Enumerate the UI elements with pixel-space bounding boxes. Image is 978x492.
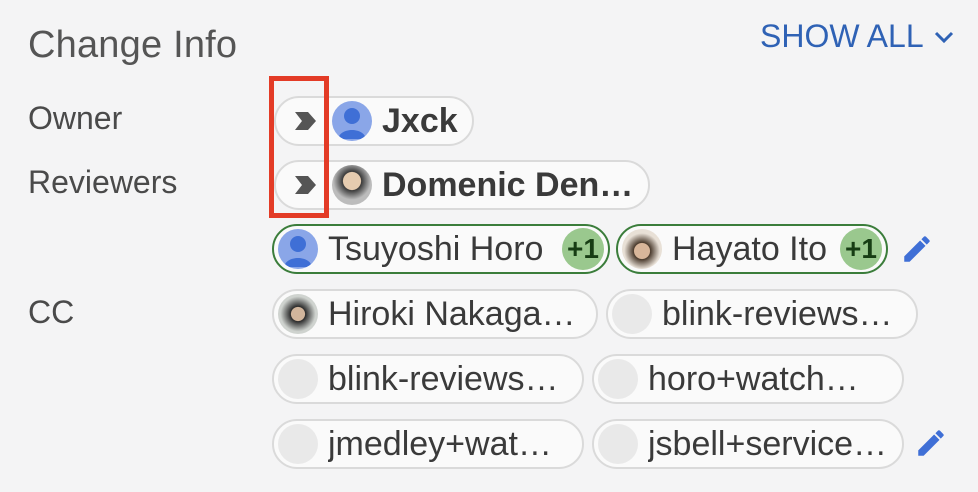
cc-label: CC bbox=[28, 294, 75, 330]
avatar bbox=[278, 294, 318, 334]
section-title: Change Info bbox=[28, 24, 238, 66]
cc-name: jsbell+service… bbox=[648, 424, 888, 463]
avatar bbox=[278, 424, 318, 464]
owner-label: Owner bbox=[28, 100, 123, 136]
cc-name: blink-reviews-… bbox=[662, 294, 902, 333]
pencil-icon[interactable] bbox=[900, 232, 934, 266]
cc-name: Hiroki Nakaga… bbox=[328, 294, 576, 333]
avatar bbox=[332, 101, 372, 141]
pencil-icon[interactable] bbox=[914, 426, 948, 460]
reviewer-name: Tsuyoshi Horo bbox=[328, 229, 544, 268]
avatar bbox=[622, 229, 662, 269]
cc-chip[interactable]: blink-reviews-… bbox=[606, 289, 918, 339]
cc-chip[interactable]: jmedley+watc… bbox=[272, 419, 584, 469]
cc-chip[interactable]: blink-reviews… bbox=[272, 354, 584, 404]
chevron-down-icon bbox=[934, 31, 953, 43]
avatar bbox=[332, 165, 372, 205]
cc-chip[interactable]: horo+watch@… bbox=[592, 354, 904, 404]
cc-name: blink-reviews… bbox=[328, 359, 559, 398]
reviewer-name: Domenic Deni… bbox=[382, 165, 634, 204]
reviewer-chip-primary[interactable]: Domenic Deni… bbox=[274, 160, 650, 210]
cc-name: horo+watch@… bbox=[648, 359, 888, 398]
show-all-label: SHOW ALL bbox=[760, 18, 924, 54]
show-all-button[interactable]: SHOW ALL bbox=[760, 18, 956, 55]
avatar bbox=[598, 424, 638, 464]
owner-name: Jxck bbox=[382, 101, 458, 140]
reviewers-label: Reviewers bbox=[28, 164, 178, 200]
avatar bbox=[278, 229, 318, 269]
cc-name: jmedley+watc… bbox=[328, 424, 568, 463]
reviewer-name: Hayato Ito bbox=[672, 229, 827, 268]
vote-badge: +1 bbox=[840, 228, 882, 270]
vote-badge: +1 bbox=[562, 228, 604, 270]
avatar bbox=[598, 359, 638, 399]
attention-highlight-box bbox=[269, 76, 329, 218]
reviewer-chip[interactable]: Tsuyoshi Horo +1 bbox=[272, 224, 610, 274]
cc-chip[interactable]: Hiroki Nakaga… bbox=[272, 289, 598, 339]
avatar bbox=[612, 294, 652, 334]
avatar bbox=[278, 359, 318, 399]
cc-chip[interactable]: jsbell+service… bbox=[592, 419, 904, 469]
reviewer-chip[interactable]: Hayato Ito +1 bbox=[616, 224, 888, 274]
